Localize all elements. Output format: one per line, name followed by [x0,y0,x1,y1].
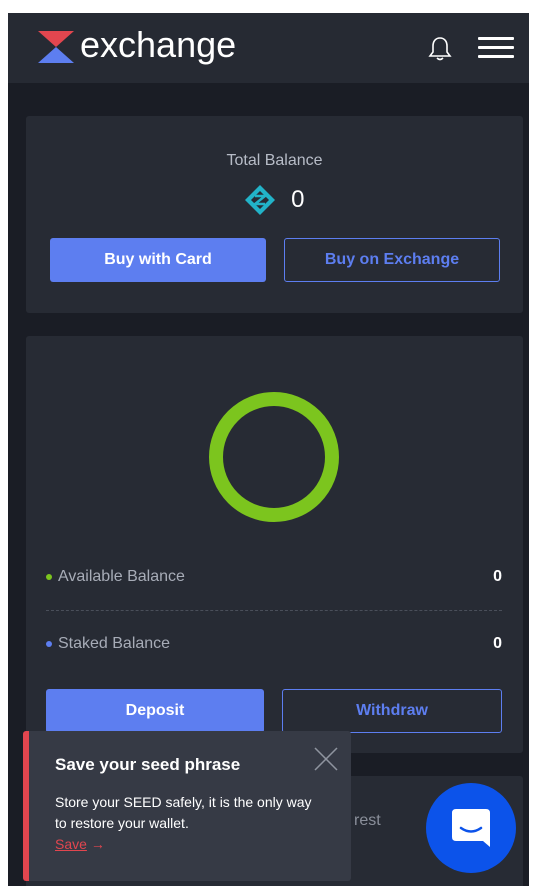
available-dot-icon [46,574,52,580]
save-link-label[interactable]: Save [55,836,87,852]
menu-line [478,46,514,49]
chat-launcher-button[interactable] [426,783,516,873]
staked-balance-row: Staked Balance 0 [46,632,502,656]
close-icon[interactable] [313,746,339,772]
staked-dot-icon [46,641,52,647]
menu-line [478,37,514,40]
toast-title: Save your seed phrase [55,755,241,774]
buy-on-exchange-button[interactable]: Buy on Exchange [284,238,500,282]
bell-icon[interactable] [428,36,452,62]
divider [46,610,502,611]
seed-phrase-toast: Save your seed phrase Store your SEED sa… [23,731,351,881]
hamburger-menu-icon[interactable] [478,37,514,59]
total-balance-value: 0 [291,186,305,213]
arrow-right-icon: → [90,836,105,852]
brand-name: exchange [80,24,237,65]
staked-balance-label: Staked Balance [58,635,171,652]
available-balance-label: Available Balance [58,568,185,585]
save-link[interactable]: Save → [55,836,105,852]
buy-with-card-button[interactable]: Buy with Card [50,238,266,282]
app-screen: exchange Total Balance 0 Buy with Card B… [8,13,529,886]
interest-card-text: rest [354,812,381,829]
available-balance-row: Available Balance 0 [46,565,502,589]
total-balance-label: Total Balance [226,152,323,169]
exchange-logo-icon[interactable] [38,31,74,63]
total-balance-card: Total Balance 0 Buy with Card Buy on Exc… [26,116,523,313]
total-balance-amount: 0 [26,184,523,216]
staked-balance-value: 0 [493,635,502,652]
chat-bubble-icon [452,809,490,847]
balance-ring-chart [209,392,339,522]
withdraw-button[interactable]: Withdraw [282,689,502,733]
app-header: exchange [8,13,529,83]
available-balance-value: 0 [493,568,502,585]
toast-body: Store your SEED safely, it is the only w… [55,794,312,831]
token-diamond-icon [245,185,276,215]
menu-line [478,55,514,58]
deposit-button[interactable]: Deposit [46,689,264,733]
wallet-balance-card: Available Balance 0 Staked Balance 0 Dep… [26,336,523,753]
